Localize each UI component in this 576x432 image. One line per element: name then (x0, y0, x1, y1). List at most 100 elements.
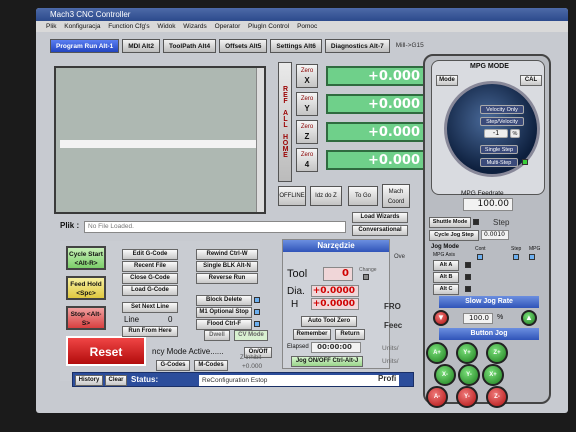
run-from-here-button[interactable]: Run From Here (122, 326, 178, 337)
clear-button[interactable]: Clear (105, 375, 127, 386)
jog-y-plus-icon[interactable]: Y+ (456, 342, 478, 364)
alt-a-button[interactable]: Alt A (433, 260, 459, 271)
mpg-mode-panel: MPG MODE Mode CAL Velocity Only Step/Vel… (431, 60, 545, 195)
menu-plik[interactable]: Plik (46, 23, 56, 30)
menu-pomoc[interactable]: Pomoc (297, 23, 317, 30)
zero-y-axis: Y (304, 104, 310, 113)
zero-z-button[interactable]: Zero Z (296, 120, 318, 144)
jog-y-minus-icon[interactable]: Y- (458, 364, 480, 386)
m1-optional-stop-button[interactable]: M1 Optional Stop (196, 307, 252, 318)
status-bar: History Clear Status: ReConfiguration Es… (72, 372, 414, 387)
tab-settings[interactable]: Settings Alt6 (270, 39, 322, 53)
g-codes-button[interactable]: G-Codes (156, 360, 190, 371)
alt-c-button[interactable]: Alt C (433, 284, 459, 295)
jog-y-minus-down-icon[interactable]: Y- (456, 386, 478, 408)
rewind-button[interactable]: Rewind Ctrl-W (196, 249, 258, 260)
single-step-button[interactable]: Single Step (480, 145, 518, 154)
return-button[interactable]: Return (335, 329, 365, 340)
velocity-only-button[interactable]: Velocity Only (480, 105, 524, 114)
auto-tool-zero-button[interactable]: Auto Tool Zero (301, 316, 357, 327)
cycle-jog-step-button[interactable]: Cycle Jog Step (429, 230, 479, 241)
mpg-feedrate-value[interactable]: 100.00 (463, 198, 513, 211)
single-block-button[interactable]: Single BLK Alt-N (196, 261, 258, 272)
menu-wizards[interactable]: Wizards (183, 23, 206, 30)
slow-jog-percent: % (497, 314, 504, 321)
cv-mode-button[interactable]: CV Mode (234, 330, 268, 341)
z-inhibit-value[interactable]: +0.000 (242, 363, 262, 370)
reset-button[interactable]: Reset (66, 336, 146, 366)
step-velocity-button[interactable]: Step/Velocity (480, 117, 524, 126)
profile-label: Profi (378, 374, 397, 383)
jog-a-minus-icon[interactable]: A- (426, 386, 448, 408)
goto-z-button[interactable]: Idz do Z (310, 186, 342, 206)
block-delete-led (254, 297, 260, 303)
cont-led (477, 254, 483, 260)
m1-stop-led (254, 309, 260, 315)
tab-diagnostics[interactable]: Diagnostics Alt-7 (324, 39, 390, 53)
multi-step-button[interactable]: Multi-Step (480, 158, 518, 167)
dro-y[interactable]: +0.000 (326, 94, 426, 114)
m-codes-button[interactable]: M-Codes (194, 360, 228, 371)
cycle-start-button[interactable]: Cycle Start <Alt-R> (66, 246, 106, 270)
conversational-button[interactable]: Conversational (352, 225, 408, 236)
shuttle-mode-button[interactable]: Shuttle Mode (429, 217, 471, 228)
multi-step-led (522, 159, 528, 165)
history-button[interactable]: History (75, 375, 103, 386)
dro-4[interactable]: +0.000 (326, 150, 426, 170)
recent-file-button[interactable]: Recent File (122, 261, 178, 272)
zero-y-button[interactable]: Zero Y (296, 92, 318, 116)
tab-mdi[interactable]: MDI Alt2 (122, 39, 160, 53)
tool-number-value[interactable]: 0 (323, 267, 353, 281)
jog-z-plus-icon[interactable]: Z+ (486, 342, 508, 364)
zero-4-button[interactable]: Zero 4 (296, 148, 318, 172)
menu-konfiguracja[interactable]: Konfiguracja (64, 23, 100, 30)
slow-jog-value[interactable]: 100.0 (463, 313, 493, 324)
jog-x-minus-icon[interactable]: X- (434, 364, 456, 386)
dro-x[interactable]: +0.000 (326, 66, 426, 86)
tab-program-run[interactable]: Program Run Alt-1 (50, 39, 120, 53)
tool-h-value[interactable]: +0.0000 (311, 298, 359, 310)
edit-gcode-button[interactable]: Edit G-Code (122, 249, 178, 260)
menu-plugin-control[interactable]: PlugIn Control (248, 23, 289, 30)
ref-all-home-button[interactable]: REF ALL HOME (278, 62, 292, 182)
to-go-button[interactable]: To Go (348, 186, 378, 206)
reverse-run-button[interactable]: Reverse Run (196, 273, 258, 284)
elapsed-value: 00:00:00 (311, 342, 361, 353)
block-delete-button[interactable]: Block Delete (196, 295, 252, 306)
flood-button[interactable]: Flood Ctrl-F (196, 319, 252, 330)
mpg-cal-button[interactable]: CAL (520, 75, 542, 86)
tool-panel: Narzędzie Tool 0 Change Dia. +0.0000 H +… (282, 239, 390, 369)
remember-button[interactable]: Remember (293, 329, 331, 340)
jog-a-plus-icon[interactable]: A+ (426, 342, 448, 364)
mpg-step-value[interactable]: -1 (484, 129, 508, 138)
gcode-scrollbar[interactable] (256, 68, 264, 212)
alt-b-button[interactable]: Alt B (433, 272, 459, 283)
dro-z[interactable]: +0.000 (326, 122, 426, 142)
menu-function-cfgs[interactable]: Function Cfg's (108, 23, 149, 30)
feed-hold-button[interactable]: Feed Hold <Spc> (66, 276, 106, 300)
toolpath-display[interactable] (54, 66, 266, 214)
close-gcode-button[interactable]: Close G-Code (122, 273, 178, 284)
tool-h-label: H (291, 299, 299, 310)
slow-jog-down-icon[interactable]: ▼ (433, 310, 449, 326)
menu-widok[interactable]: Widok (157, 23, 175, 30)
jog-x-plus-icon[interactable]: X+ (482, 364, 504, 386)
stop-button[interactable]: Stop <Alt-S> (66, 306, 106, 330)
mach-coords-button[interactable]: Mach Coord (382, 184, 410, 208)
offline-button[interactable]: OFFLINE (278, 186, 306, 206)
jog-on-off-button[interactable]: Jog ON/OFF Ctrl-Alt-J (291, 356, 363, 367)
load-wizards-button[interactable]: Load Wizards (352, 212, 408, 223)
line-value[interactable]: 0 (168, 315, 172, 324)
tab-toolpath[interactable]: ToolPath Alt4 (162, 39, 217, 53)
tab-offsets[interactable]: Offsets Alt5 (219, 39, 268, 53)
tool-dia-value[interactable]: +0.0000 (311, 285, 359, 297)
cycle-jog-step-value[interactable]: 0.0010 (481, 230, 509, 240)
zero-x-button[interactable]: Zero X (296, 64, 318, 88)
mpg-mode-button[interactable]: Mode (436, 75, 458, 86)
jog-z-minus-icon[interactable]: Z- (486, 386, 508, 408)
set-next-line-button[interactable]: Set Next Line (122, 302, 178, 313)
slow-jog-up-icon[interactable]: ▲ (521, 310, 537, 326)
menu-operator[interactable]: Operator (215, 23, 241, 30)
load-gcode-button[interactable]: Load G-Code (122, 285, 178, 296)
dwell-button[interactable]: Dwell (204, 330, 230, 341)
